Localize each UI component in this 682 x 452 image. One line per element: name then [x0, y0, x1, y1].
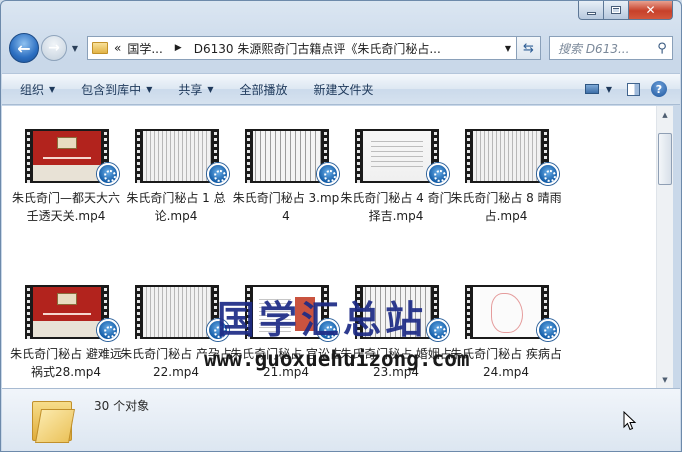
watermark-title: 国学汇总站 — [217, 298, 428, 342]
preview-pane-icon — [626, 82, 640, 96]
chevron-down-icon: ▼ — [49, 84, 56, 94]
play-all-button[interactable]: 全部播放 — [232, 77, 296, 101]
file-item[interactable]: 朱氏奇门秘占 避难远祸式28.mp4 — [10, 285, 122, 381]
new-folder-label: 新建文件夹 — [313, 82, 374, 97]
media-player-icon — [427, 319, 449, 341]
file-name: 朱氏奇门—都天大六壬透天关.mp4 — [11, 191, 120, 223]
file-name: 朱氏奇门秘占 4 奇门择吉.mp4 — [340, 191, 452, 223]
file-list[interactable]: 朱氏奇门—都天大六壬透天关.mp4 朱氏奇门秘占 1 总论.mp4 朱氏奇门秘占 3… — [2, 106, 656, 388]
back-button[interactable]: ← — [9, 33, 39, 63]
file-item[interactable]: 朱氏奇门秘占 8 晴雨占.mp4 — [450, 129, 562, 225]
search-placeholder: 搜索 D613... — [558, 41, 630, 56]
file-name: 朱氏奇门秘占 避难远祸式28.mp4 — [10, 347, 122, 379]
organize-label: 组织 — [20, 82, 45, 97]
close-icon: ✕ — [645, 3, 656, 17]
media-player-icon — [207, 163, 229, 185]
scroll-up-button[interactable]: ▲ — [657, 106, 673, 123]
caption-buttons: ✕ — [578, 1, 673, 20]
play-all-label: 全部播放 — [239, 82, 288, 97]
chevron-right-icon[interactable]: ▶ — [175, 43, 182, 53]
address-bar[interactable]: « 国学... ▶ D6130 朱源熙奇门古籍点评《朱氏奇门秘占... ▼ — [87, 36, 517, 60]
arrow-left-icon: ← — [17, 38, 31, 58]
help-button[interactable]: ? — [646, 78, 672, 100]
minimize-icon — [586, 11, 596, 15]
search-input[interactable]: 搜索 D613... ⚲ — [549, 36, 673, 60]
new-folder-button[interactable]: 新建文件夹 — [306, 77, 382, 101]
details-pane: 30 个对象 — [2, 388, 680, 451]
file-item[interactable]: 朱氏奇门秘占 3.mp4 — [233, 129, 339, 225]
media-player-icon — [537, 319, 559, 341]
forward-button[interactable]: → — [41, 35, 67, 61]
media-player-icon — [97, 319, 119, 341]
share-label: 共享 — [178, 82, 203, 97]
minimize-button[interactable] — [578, 1, 604, 20]
command-bar: 组织 ▼ 包含到库中 ▼ 共享 ▼ 全部播放 新建文件夹 ▼ ? — [2, 73, 680, 105]
organize-button[interactable]: 组织 ▼ — [12, 77, 63, 101]
scrollbar-thumb[interactable] — [658, 133, 672, 185]
refresh-button[interactable]: ⇆ — [517, 36, 541, 60]
media-player-icon — [317, 163, 339, 185]
include-library-label: 包含到库中 — [81, 82, 142, 97]
change-view-button[interactable] — [578, 78, 606, 100]
file-item[interactable]: 朱氏奇门秘占 4 奇门择吉.mp4 — [340, 129, 452, 225]
item-count: 30 个对象 — [94, 399, 150, 413]
mouse-cursor-icon — [623, 411, 637, 431]
folder-icon — [92, 42, 108, 54]
chevron-down-icon: ▼ — [146, 84, 153, 94]
view-options-dropdown[interactable]: ▼ — [606, 85, 612, 94]
recent-pages-dropdown[interactable]: ▼ — [69, 44, 81, 53]
search-icon[interactable]: ⚲ — [652, 41, 672, 56]
breadcrumb-item-current[interactable]: D6130 朱源熙奇门古籍点评《朱氏奇门秘占... — [194, 40, 441, 57]
media-player-icon — [427, 163, 449, 185]
vertical-scrollbar[interactable]: ▲ ▼ — [656, 106, 673, 388]
address-dropdown[interactable]: ▼ — [500, 44, 516, 53]
navigation-bar: ← → ▼ « 国学... ▶ D6130 朱源熙奇门古籍点评《朱氏奇门秘占..… — [9, 31, 673, 65]
maximize-icon — [611, 6, 621, 14]
include-library-button[interactable]: 包含到库中 ▼ — [73, 77, 160, 101]
file-name: 朱氏奇门秘占 8 晴雨占.mp4 — [450, 191, 562, 223]
close-button[interactable]: ✕ — [629, 1, 673, 20]
file-item[interactable]: 朱氏奇门—都天大六壬透天关.mp4 — [12, 129, 120, 225]
help-icon: ? — [651, 81, 667, 97]
media-player-icon — [97, 163, 119, 185]
chevron-down-icon: ▼ — [207, 84, 214, 94]
view-controls: ▼ ? — [578, 78, 680, 100]
scroll-down-button[interactable]: ▼ — [657, 371, 673, 388]
explorer-window: ✕ ← → ▼ « 国学... ▶ D6130 朱源熙奇门古籍点评《朱氏奇门秘占… — [0, 0, 682, 452]
arrow-right-icon: → — [48, 40, 60, 56]
breadcrumb-overflow[interactable]: « — [114, 41, 121, 55]
watermark-url: www.guoxuehuizong.com — [204, 347, 470, 371]
file-item[interactable]: 朱氏奇门秘占 1 总论.mp4 — [124, 129, 229, 225]
media-player-icon — [537, 163, 559, 185]
view-icon — [584, 84, 599, 94]
preview-pane-button[interactable] — [620, 78, 646, 100]
file-name: 朱氏奇门秘占 1 总论.mp4 — [126, 191, 226, 223]
maximize-button[interactable] — [604, 1, 629, 20]
file-item[interactable]: 朱氏奇门秘占 疾病占24.mp4 — [450, 285, 562, 381]
file-name: 朱氏奇门秘占 3.mp4 — [232, 191, 340, 223]
share-button[interactable]: 共享 ▼ — [170, 77, 221, 101]
breadcrumb-item-guoxue[interactable]: 国学... — [127, 40, 162, 57]
refresh-icon: ⇆ — [523, 40, 534, 56]
folder-icon — [32, 397, 75, 443]
